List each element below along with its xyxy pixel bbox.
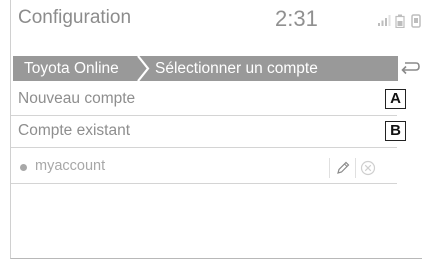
signal-icon [378, 15, 391, 26]
new-account-item[interactable]: Nouveau compte [11, 85, 397, 116]
delete-account-button[interactable] [355, 158, 380, 178]
battery-icon [395, 14, 405, 28]
existing-account-label: Compte existant [18, 122, 130, 139]
breadcrumb-item-toyota-online[interactable]: Toyota Online [24, 56, 119, 81]
back-arrow-icon [401, 62, 420, 75]
account-item-myaccount[interactable]: myaccount [11, 152, 397, 184]
clock: 2:31 [275, 6, 318, 31]
screen-frame: Configuration 2:31 Toyota Online Sélecti… [10, 0, 422, 259]
account-name: myaccount [35, 158, 106, 174]
existing-account-item[interactable]: Compte existant [11, 117, 397, 148]
back-button[interactable] [395, 56, 422, 81]
app-title: Configuration [18, 7, 132, 28]
callout-badge-b: B [385, 121, 406, 141]
status-bar: Configuration 2:31 [11, 0, 422, 40]
pencil-icon [337, 161, 350, 174]
breadcrumb-separator-icon [137, 56, 150, 81]
edit-account-button[interactable] [329, 158, 354, 178]
delete-circle-icon [360, 160, 376, 176]
callout-badge-a: A [385, 89, 406, 109]
phone-icon [411, 14, 421, 28]
breadcrumb-item-select-account: Sélectionner un compte [155, 60, 318, 77]
breadcrumb: Toyota Online Sélectionner un compte [13, 56, 398, 81]
new-account-label: Nouveau compte [18, 90, 136, 107]
bullet-icon [20, 164, 27, 171]
